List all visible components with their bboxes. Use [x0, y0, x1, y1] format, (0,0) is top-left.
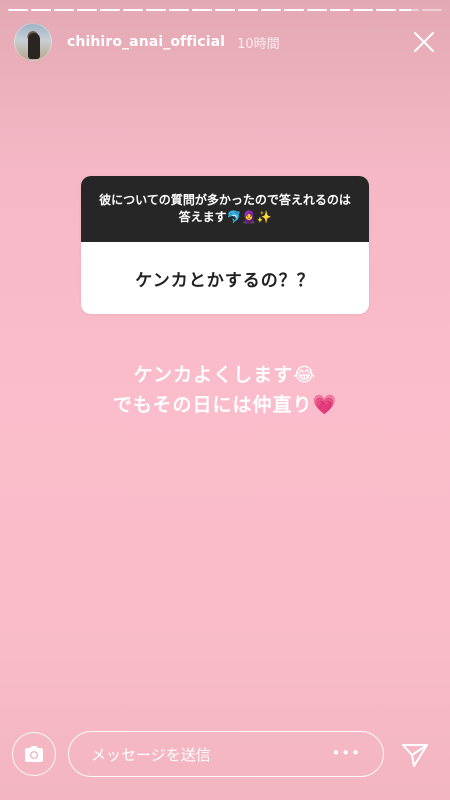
camera-button[interactable]	[12, 732, 56, 776]
message-placeholder: メッセージを送信	[91, 745, 211, 764]
progress-segment	[100, 9, 120, 11]
progress-segment-fill	[238, 9, 258, 11]
close-icon	[414, 32, 434, 52]
story-progress-bars	[8, 9, 442, 11]
progress-segment	[54, 9, 74, 11]
progress-segment-fill	[376, 9, 396, 11]
progress-segment	[238, 9, 258, 11]
reply-line-2: でもその日には仲直り💗	[112, 394, 338, 416]
progress-segment-fill	[169, 9, 189, 11]
camera-icon	[25, 746, 43, 762]
reply-line-1: ケンカよくします😂	[133, 364, 317, 386]
progress-segment-fill	[100, 9, 120, 11]
progress-segment-fill	[8, 9, 28, 11]
progress-segment-fill	[307, 9, 327, 11]
progress-segment	[192, 9, 212, 11]
progress-segment	[307, 9, 327, 11]
progress-segment-fill	[31, 9, 51, 11]
progress-segment-fill	[284, 9, 304, 11]
progress-segment-fill	[261, 9, 281, 11]
username[interactable]: chihiro_anai_official	[67, 34, 225, 50]
post-timestamp: 10時間	[237, 36, 280, 52]
progress-segment	[31, 9, 51, 11]
progress-segment	[376, 9, 396, 11]
send-button[interactable]	[398, 738, 432, 772]
send-icon	[402, 744, 428, 767]
avatar-figure	[28, 33, 40, 59]
progress-segment	[330, 9, 350, 11]
progress-segment	[146, 9, 166, 11]
progress-segment	[215, 9, 235, 11]
progress-segment-fill	[399, 9, 411, 11]
progress-segment	[77, 9, 97, 11]
story-header: chihiro_anai_official 10時間	[14, 22, 438, 62]
progress-segment-fill	[77, 9, 97, 11]
progress-segment-fill	[353, 9, 373, 11]
message-input[interactable]: メッセージを送信 •••	[68, 731, 384, 777]
question-answer: ケンカとかするの？？	[81, 242, 369, 314]
progress-segment	[353, 9, 373, 11]
avatar[interactable]	[14, 23, 52, 61]
progress-segment-fill	[123, 9, 143, 11]
progress-segment	[422, 9, 442, 11]
progress-segment	[399, 9, 419, 11]
story-footer: メッセージを送信 •••	[0, 730, 450, 800]
progress-segment	[261, 9, 281, 11]
progress-segment-fill	[146, 9, 166, 11]
progress-segment	[284, 9, 304, 11]
progress-segment-fill	[192, 9, 212, 11]
close-button[interactable]	[410, 28, 438, 56]
more-icon[interactable]: •••	[331, 744, 361, 762]
progress-segment-fill	[215, 9, 235, 11]
question-prompt: 彼についての質問が多かったので答えれるのは答えます🐬🧕✨	[81, 176, 369, 242]
question-sticker[interactable]: 彼についての質問が多かったので答えれるのは答えます🐬🧕✨ ケンカとかするの？？	[81, 176, 369, 314]
progress-segment	[169, 9, 189, 11]
story-reply-text: ケンカよくします😂 でもその日には仲直り💗	[0, 360, 450, 420]
progress-segment-fill	[330, 9, 350, 11]
progress-segment	[8, 9, 28, 11]
progress-segment-fill	[54, 9, 74, 11]
progress-segment	[123, 9, 143, 11]
